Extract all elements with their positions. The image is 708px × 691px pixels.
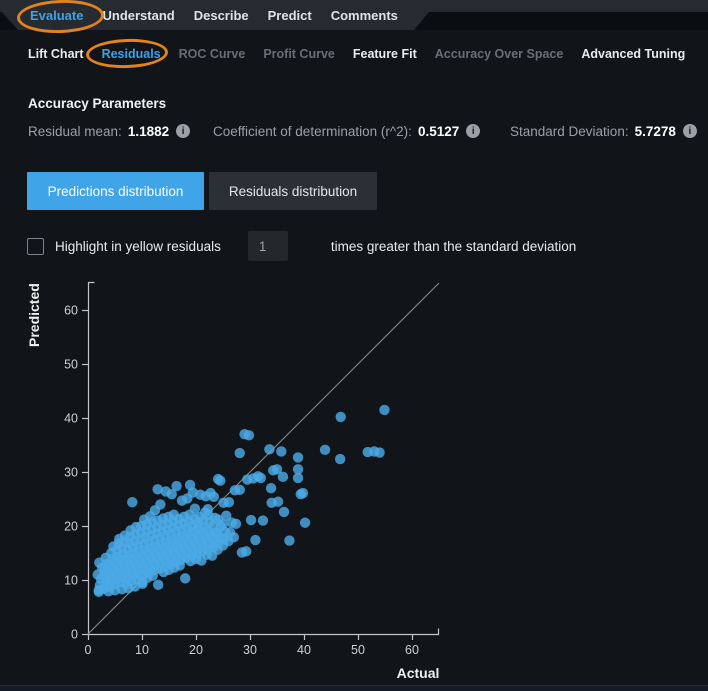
scatter-point xyxy=(276,446,286,456)
info-icon[interactable]: i xyxy=(176,124,190,138)
scatter-point xyxy=(209,492,219,502)
info-icon[interactable]: i xyxy=(466,124,480,138)
accuracy-parameters-title: Accuracy Parameters xyxy=(28,96,166,111)
scatter-point xyxy=(258,515,268,525)
scatter-point xyxy=(250,535,260,545)
highlight-residuals-checkbox[interactable] xyxy=(27,238,44,255)
scatter-point xyxy=(264,444,274,454)
scatter-point xyxy=(279,507,289,517)
evaluate-subnav: Lift Chart Residuals ROC Curve Profit Curve… xyxy=(28,47,685,61)
residuals-scatter-chart: 0 10 20 30 40 50 60 0 10 20 30 40 50 60 Predicted Actua… xyxy=(0,270,708,691)
scatter-point xyxy=(153,580,163,590)
scatter-point xyxy=(278,472,288,482)
scatter-point xyxy=(180,573,190,583)
scatter-point xyxy=(246,515,256,525)
y-tick-label: 10 xyxy=(64,574,78,588)
scatter-point xyxy=(241,546,251,556)
std-multiplier-input[interactable] xyxy=(248,231,288,261)
subnav-item-profit-curve[interactable]: Profit Curve xyxy=(263,47,335,61)
scatter-point xyxy=(293,452,303,462)
top-bar-background: Evaluate Understand Describe Predict Comment… xyxy=(0,0,708,30)
highlight-label-after: times greater than the standard deviatio… xyxy=(331,239,576,254)
metric-label: Residual mean: xyxy=(28,124,122,139)
scatter-point xyxy=(335,454,345,464)
predictions-distribution-button[interactable]: Predictions distribution xyxy=(27,172,204,210)
y-tick-label: 60 xyxy=(64,304,78,318)
x-tick-label: 10 xyxy=(135,643,149,657)
highlight-residuals-row: Highlight in yellow residuals times grea… xyxy=(27,230,576,262)
top-tab-understand[interactable]: Understand xyxy=(102,8,174,23)
top-tab-describe[interactable]: Describe xyxy=(194,8,249,23)
y-tick-label: 20 xyxy=(64,520,78,534)
bottom-divider xyxy=(0,685,708,691)
scatter-point xyxy=(374,447,384,457)
scatter-point xyxy=(235,448,245,458)
scatter-point xyxy=(273,497,283,507)
y-tick-label: 50 xyxy=(64,358,78,372)
x-tick-label: 60 xyxy=(405,643,419,657)
metric-label: Coefficient of determination (r^2): xyxy=(213,124,412,139)
scatter-point xyxy=(203,504,213,514)
top-tab-evaluate[interactable]: Evaluate xyxy=(30,8,83,23)
x-tick-label: 40 xyxy=(297,643,311,657)
metric: Coefficient of determination (r^2): 0.512… xyxy=(213,121,480,141)
subnav-item-accuracy-over-space[interactable]: Accuracy Over Space xyxy=(435,47,564,61)
y-axis-label: Predicted xyxy=(26,283,42,347)
scatter-point xyxy=(171,481,181,491)
x-axis-label: Actual xyxy=(397,665,440,681)
subnav-item-advanced-tuning[interactable]: Advanced Tuning xyxy=(581,47,685,61)
info-icon[interactable]: i xyxy=(683,124,697,138)
y-tick-label: 40 xyxy=(64,412,78,426)
subnav-item-roc-curve[interactable]: ROC Curve xyxy=(179,47,246,61)
y-tick-label: 0 xyxy=(71,628,78,642)
scatter-point xyxy=(155,499,165,509)
scatter-point xyxy=(213,474,223,484)
scatter-point xyxy=(284,535,294,545)
scatter-point xyxy=(224,497,234,507)
scatter-point xyxy=(235,485,245,495)
subnav-item-lift-chart[interactable]: Lift Chart xyxy=(28,47,84,61)
highlight-label-before: Highlight in yellow residuals xyxy=(55,239,221,254)
metric-value: 0.5127 xyxy=(418,124,459,139)
scatter-point xyxy=(293,473,303,483)
scatter-point xyxy=(127,497,137,507)
residuals-distribution-button[interactable]: Residuals distribution xyxy=(209,172,377,210)
x-tick-label: 30 xyxy=(243,643,257,657)
subnav-item-residuals[interactable]: Residuals xyxy=(102,47,161,61)
x-tick-label: 0 xyxy=(85,643,92,657)
main-nav: Evaluate Understand Describe Predict Comment… xyxy=(0,0,708,30)
y-tick-label: 30 xyxy=(64,466,78,480)
scatter-point xyxy=(256,473,266,483)
scatter-point xyxy=(229,532,239,542)
scatter-point xyxy=(244,430,254,440)
x-tick-label: 20 xyxy=(189,643,203,657)
scatter-point xyxy=(336,412,346,422)
subnav-item-feature-fit[interactable]: Feature Fit xyxy=(353,47,417,61)
scatter-point xyxy=(379,405,389,415)
scatter-point xyxy=(298,488,308,498)
scatter-point xyxy=(266,483,276,493)
metric-value: 5.7278 xyxy=(635,124,676,139)
top-tab-comments[interactable]: Comments xyxy=(331,8,398,23)
metric-label: Standard Deviation: xyxy=(510,124,629,139)
distribution-toggle: Predictions distribution Residuals distr… xyxy=(27,172,377,210)
metric-value: 1.1882 xyxy=(128,124,169,139)
metric: Standard Deviation: 5.7278 i xyxy=(510,121,697,141)
scatter-point xyxy=(231,519,241,529)
scatter-point xyxy=(300,518,310,528)
metric: Residual mean: 1.1882 i xyxy=(28,121,190,141)
x-tick-label: 50 xyxy=(351,643,365,657)
top-tab-predict[interactable]: Predict xyxy=(268,8,312,23)
scatter-point xyxy=(320,445,330,455)
